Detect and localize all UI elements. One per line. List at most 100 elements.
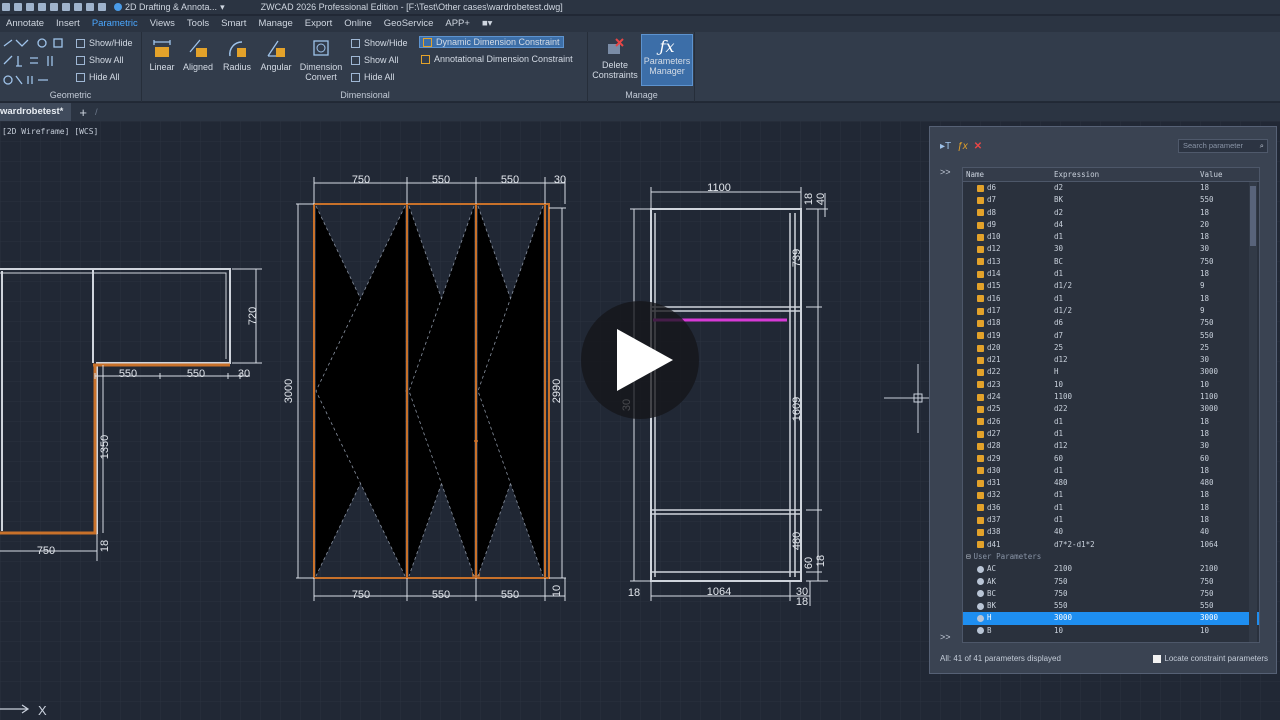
parameter-name[interactable]: BC: [987, 588, 996, 600]
parameter-row[interactable]: d19 d7 550: [963, 330, 1259, 342]
parameter-row[interactable]: d23 10 10: [963, 379, 1259, 391]
parameter-expression[interactable]: d1: [1051, 428, 1197, 440]
parameter-row[interactable]: BC 750 750: [963, 588, 1259, 600]
parameter-row[interactable]: H 3000 3000: [963, 612, 1259, 625]
annotational-dimension-constraint[interactable]: Annotational Dimension Constraint: [434, 54, 573, 64]
parameter-expression[interactable]: d1: [1051, 514, 1197, 526]
tab-manage[interactable]: Manage: [252, 16, 298, 32]
parameter-name[interactable]: d10: [987, 231, 1001, 243]
parameter-name[interactable]: d13: [987, 256, 1001, 268]
save-as-icon[interactable]: [38, 3, 46, 11]
parameter-name[interactable]: d23: [987, 379, 1001, 391]
parameter-expression[interactable]: BC: [1051, 256, 1197, 268]
parameter-expression[interactable]: d1: [1051, 231, 1197, 243]
parameter-row[interactable]: d38 40 40: [963, 526, 1259, 538]
parameter-row[interactable]: d25 d22 3000: [963, 403, 1259, 415]
document-tab[interactable]: wardrobetest*: [0, 103, 72, 121]
tab-parametric[interactable]: Parametric: [86, 16, 144, 32]
parameter-row[interactable]: d22 H 3000: [963, 366, 1259, 378]
parameter-expression[interactable]: d7: [1051, 330, 1197, 342]
user-parameters-group[interactable]: ⊟ User Parameters: [963, 551, 1259, 563]
locate-constraint-option[interactable]: Locate constraint parameters: [1153, 654, 1268, 663]
delete-parameter-icon[interactable]: ✕: [974, 141, 982, 152]
parameter-name[interactable]: d16: [987, 293, 1001, 305]
header-name[interactable]: Name: [963, 168, 1051, 181]
parameter-name[interactable]: d7: [987, 194, 996, 206]
parameter-row[interactable]: d9 d4 20: [963, 219, 1259, 231]
parameter-row[interactable]: d31 480 480: [963, 477, 1259, 489]
parameter-name[interactable]: d29: [987, 453, 1001, 465]
parameter-name[interactable]: d22: [987, 366, 1001, 378]
parameter-row[interactable]: d37 d1 18: [963, 514, 1259, 526]
parameter-row[interactable]: d28 d12 30: [963, 440, 1259, 452]
parameter-row[interactable]: d14 d1 18: [963, 268, 1259, 280]
parameter-expression[interactable]: d1: [1051, 293, 1197, 305]
dynamic-dimension-constraint[interactable]: Dynamic Dimension Constraint: [436, 37, 560, 47]
parameter-name[interactable]: d21: [987, 354, 1001, 366]
header-value[interactable]: Value: [1197, 168, 1257, 181]
tab-geoservice[interactable]: GeoService: [378, 16, 440, 32]
redo-icon[interactable]: [98, 3, 106, 11]
parameter-name[interactable]: d18: [987, 317, 1001, 329]
viewport-label[interactable]: [2D Wireframe] [WCS]: [2, 127, 98, 136]
parameter-row[interactable]: d26 d1 18: [963, 416, 1259, 428]
parameter-name[interactable]: d37: [987, 514, 1001, 526]
tab-app[interactable]: APP+: [439, 16, 476, 32]
parameter-row[interactable]: d6 d2 18: [963, 182, 1259, 194]
parameter-name[interactable]: d27: [987, 428, 1001, 440]
preview-icon[interactable]: [62, 3, 70, 11]
parameter-expression[interactable]: d1/2: [1051, 305, 1197, 317]
geometric-hide-all[interactable]: Hide All: [89, 72, 120, 82]
parameter-row[interactable]: d20 25 25: [963, 342, 1259, 354]
parameter-name[interactable]: d36: [987, 502, 1001, 514]
parameter-row[interactable]: AK 750 750: [963, 576, 1259, 588]
parameter-expression[interactable]: 3000: [1051, 612, 1197, 624]
geometric-show-hide[interactable]: Show/Hide: [89, 38, 133, 48]
parameter-row[interactable]: d15 d1/2 9: [963, 280, 1259, 292]
tab-export[interactable]: Export: [299, 16, 338, 32]
parameter-search-input[interactable]: Search parameter ⌕: [1178, 139, 1268, 153]
parameter-name[interactable]: d9: [987, 219, 996, 231]
parameter-expression[interactable]: d7*2-d1*2: [1051, 539, 1197, 551]
linear-button[interactable]: Linear: [147, 38, 177, 72]
parameter-expression[interactable]: d1: [1051, 489, 1197, 501]
video-play-button[interactable]: [581, 301, 699, 419]
parameter-name[interactable]: AC: [987, 563, 996, 575]
dimensional-show-hide[interactable]: Show/Hide: [364, 38, 408, 48]
collapse-bottom-chevron-icon[interactable]: >>: [940, 632, 951, 642]
parameter-row[interactable]: d18 d6 750: [963, 317, 1259, 329]
print-icon[interactable]: [50, 3, 58, 11]
new-file-icon[interactable]: [2, 3, 10, 11]
parameter-name[interactable]: d20: [987, 342, 1001, 354]
parameter-row[interactable]: AC 2100 2100: [963, 563, 1259, 575]
parameter-expression[interactable]: 10: [1051, 379, 1197, 391]
parameter-expression[interactable]: 40: [1051, 526, 1197, 538]
dimension-convert-button[interactable]: Dimension Convert: [297, 38, 345, 82]
grid-scrollbar[interactable]: [1249, 182, 1257, 642]
parameter-expression[interactable]: 550: [1051, 600, 1197, 612]
parameter-row[interactable]: d17 d1/2 9: [963, 305, 1259, 317]
parameter-expression[interactable]: 60: [1051, 453, 1197, 465]
parameter-expression[interactable]: d1/2: [1051, 280, 1197, 292]
parameter-row[interactable]: B 10 10: [963, 625, 1259, 637]
tab-tools[interactable]: Tools: [181, 16, 215, 32]
parameter-name[interactable]: d24: [987, 391, 1001, 403]
save-icon[interactable]: [26, 3, 34, 11]
parameter-expression[interactable]: d1: [1051, 268, 1197, 280]
parameter-name[interactable]: B: [987, 625, 992, 637]
undo-icon[interactable]: [86, 3, 94, 11]
aligned-button[interactable]: Aligned: [179, 38, 217, 72]
parameter-name[interactable]: AK: [987, 576, 996, 588]
collapse-top-chevron-icon[interactable]: >>: [940, 167, 951, 177]
open-file-icon[interactable]: [14, 3, 22, 11]
new-function-icon[interactable]: ƒx: [957, 141, 968, 152]
locate-checkbox[interactable]: [1153, 654, 1162, 663]
parameter-expression[interactable]: 30: [1051, 243, 1197, 255]
parameter-expression[interactable]: d22: [1051, 403, 1197, 415]
export-icon[interactable]: [74, 3, 82, 11]
parameter-row[interactable]: d12 30 30: [963, 243, 1259, 255]
parameter-name[interactable]: d28: [987, 440, 1001, 452]
header-expression[interactable]: Expression: [1051, 168, 1197, 181]
parameter-expression[interactable]: 1100: [1051, 391, 1197, 403]
parameter-name[interactable]: d38: [987, 526, 1001, 538]
